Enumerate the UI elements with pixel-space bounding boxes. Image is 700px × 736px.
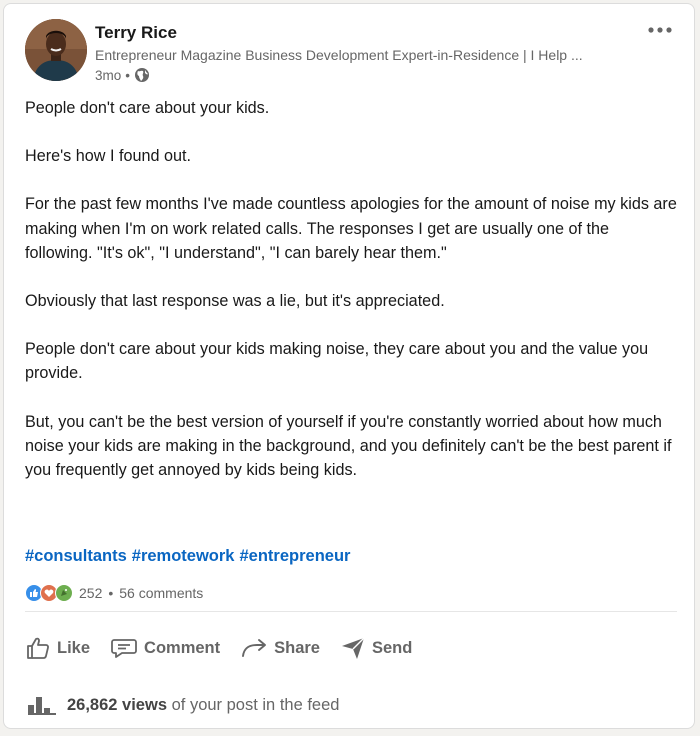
divider <box>25 611 677 612</box>
post-paragraph: Here's how I found out. <box>25 147 191 166</box>
bar-chart-icon <box>28 697 56 715</box>
author-name[interactable]: Terry Rice <box>95 23 177 43</box>
hashtag-link[interactable]: #entrepreneur <box>240 547 351 566</box>
post-paragraph: But, you can't be the best version of yo… <box>25 412 672 480</box>
post-card: Terry Rice Entrepreneur Magazine Busines… <box>3 3 695 729</box>
hashtag-link[interactable]: #consultants <box>25 547 127 566</box>
comment-label: Comment <box>144 638 221 657</box>
reaction-count[interactable]: 252 <box>79 585 102 601</box>
post-paragraph: People don't care about your kids making… <box>25 340 649 383</box>
post-paragraph: Obviously that last response was a lie, … <box>25 292 445 311</box>
post-paragraph: For the past few months I've made countl… <box>25 195 677 262</box>
hashtag-list: #consultants #remotework #entrepreneur <box>25 547 350 566</box>
post-time: 3mo <box>95 67 122 83</box>
author-avatar[interactable] <box>25 19 87 81</box>
views-suffix: of your post in the feed <box>171 695 340 714</box>
reaction-icons[interactable] <box>25 584 73 602</box>
share-button[interactable]: Share <box>240 630 320 666</box>
social-separator: • <box>108 585 114 601</box>
social-counts: 252 • 56 comments <box>25 582 203 604</box>
share-arrow-icon <box>242 639 267 657</box>
meta-separator: • <box>125 67 130 83</box>
send-icon <box>341 637 365 659</box>
more-options-button[interactable] <box>642 18 678 42</box>
send-button[interactable]: Send <box>340 630 412 666</box>
like-button[interactable]: Like <box>25 630 90 666</box>
thumbs-up-icon <box>27 637 49 659</box>
celebrate-reaction-icon <box>55 584 73 602</box>
post-paragraph: People don't care about your kids. <box>25 99 270 117</box>
post-meta: 3mo • <box>95 67 150 83</box>
action-bar: Like Comment Share Send <box>25 630 412 666</box>
views-summary[interactable]: 26,862 views of your post in the feed <box>27 694 339 716</box>
hashtag-link[interactable]: #remotework <box>132 547 235 566</box>
send-label: Send <box>371 638 413 657</box>
comments-count[interactable]: 56 comments <box>119 585 203 601</box>
author-headline: Entrepreneur Magazine Business Developme… <box>95 47 583 63</box>
avatar-photo <box>25 19 87 81</box>
post-body: People don't care about your kids. Here'… <box>25 96 681 482</box>
comment-button[interactable]: Comment <box>110 630 220 666</box>
views-count: 26,862 views <box>67 695 167 714</box>
views-text: 26,862 views of your post in the feed <box>67 696 339 715</box>
comment-icon <box>111 639 137 658</box>
like-label: Like <box>57 638 91 657</box>
ellipsis-icon <box>648 27 672 33</box>
globe-icon <box>134 67 150 83</box>
share-label: Share <box>274 638 320 657</box>
